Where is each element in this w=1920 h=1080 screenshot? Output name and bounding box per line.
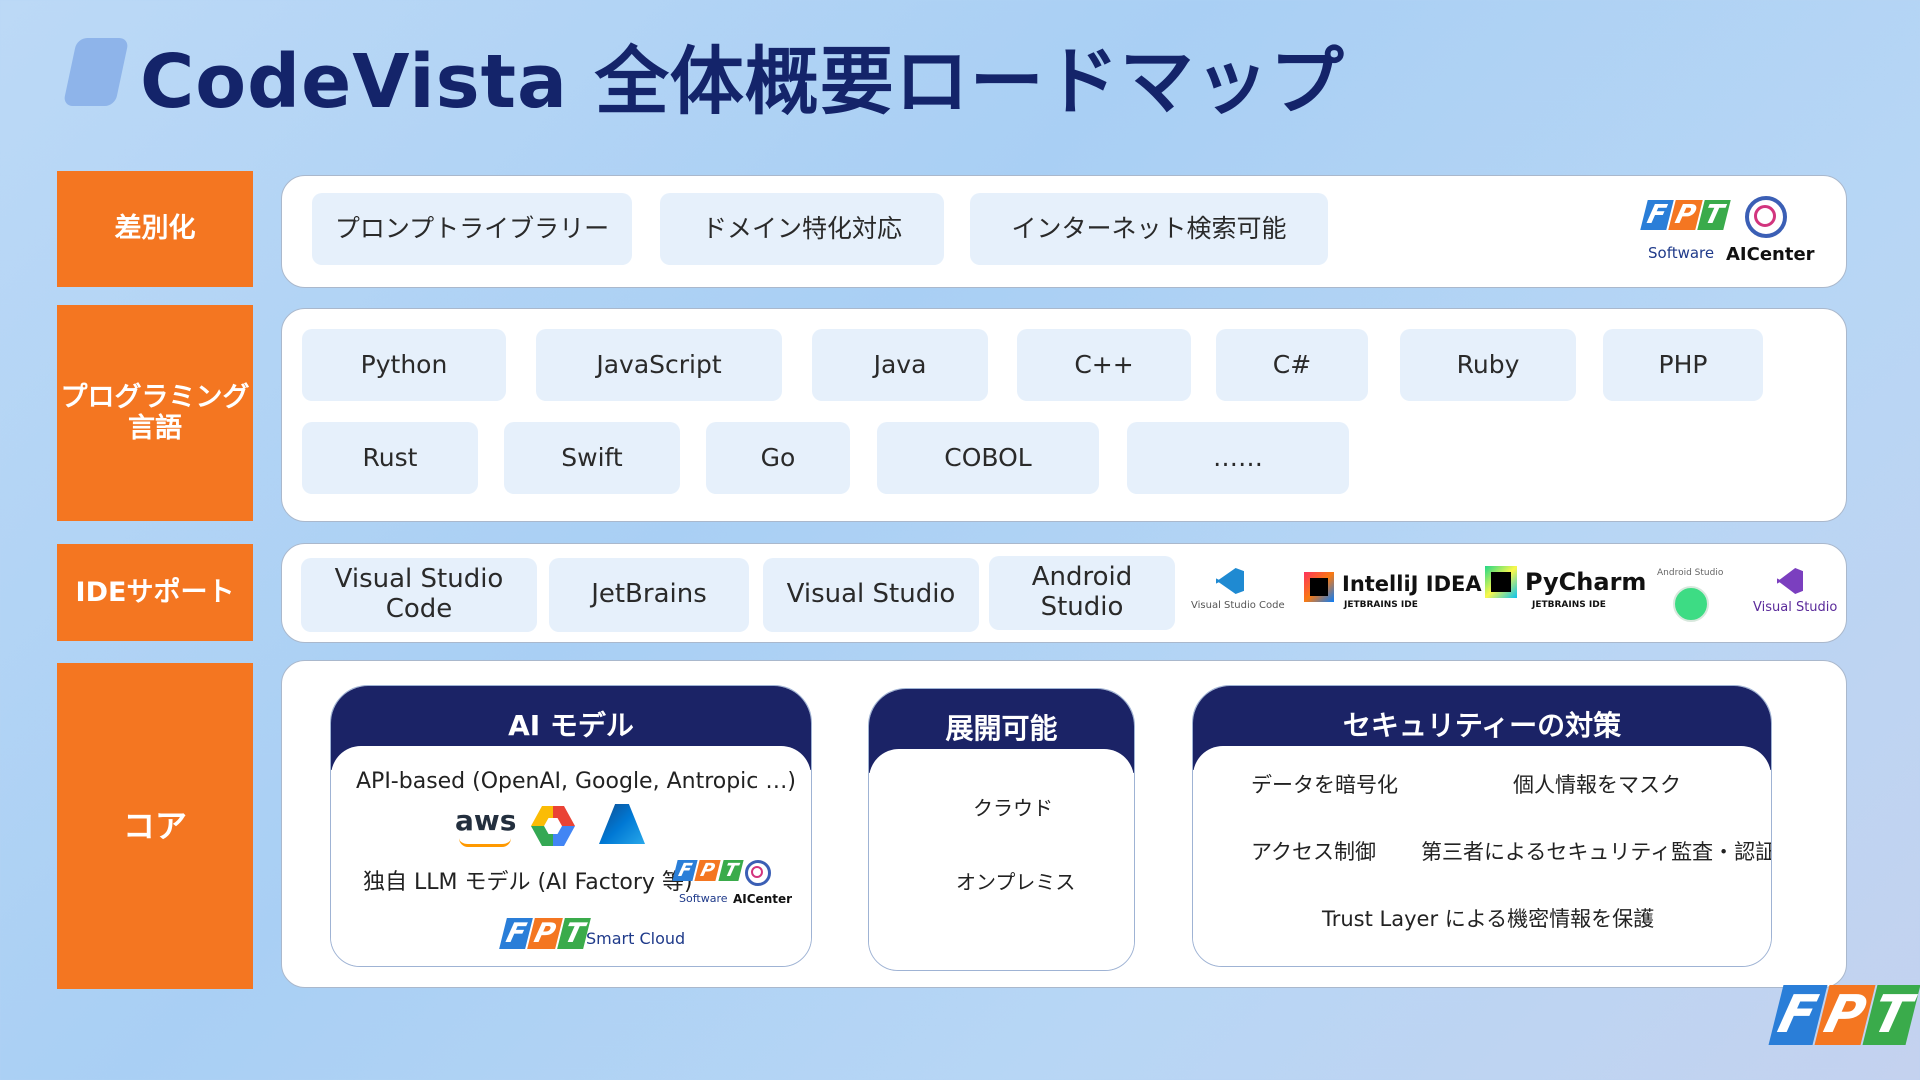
aws-smile xyxy=(459,838,511,847)
visual-studio-icon xyxy=(1777,568,1803,594)
security-audit: 第三者によるセキュリティ監査・認証 xyxy=(1421,840,1772,864)
chip-more: …… xyxy=(1127,422,1349,494)
chip-csharp: C# xyxy=(1216,329,1368,401)
label-core: コア xyxy=(57,663,253,989)
ai-api-text: API-based (OpenAI, Google, Antropic …) xyxy=(356,769,796,794)
vscode-icon xyxy=(1216,568,1244,594)
software-caption: Software xyxy=(1648,244,1715,262)
intellij-icon-inner xyxy=(1310,578,1328,596)
chip-cpp: C++ xyxy=(1017,329,1191,401)
chip-android-studio: Android Studio xyxy=(989,556,1175,630)
deploy-cloud: クラウド xyxy=(973,796,1053,820)
chip-domain-specific: ドメイン特化対応 xyxy=(660,193,944,265)
card-ai-model-body: API-based (OpenAI, Google, Antropic …) a… xyxy=(331,746,811,966)
fpt-footer-logo: FPT xyxy=(1768,985,1920,1045)
card-ai-model: AI モデル API-based (OpenAI, Google, Antrop… xyxy=(330,685,812,967)
panel-ide: Visual Studio Code JetBrains Visual Stud… xyxy=(281,543,1847,643)
fpt-smart-cloud-logo: FPT xyxy=(499,918,592,949)
chip-rust: Rust xyxy=(302,422,478,494)
title-accent xyxy=(62,38,130,106)
pycharm-icon-inner xyxy=(1491,572,1511,592)
intellij-sub: JETBRAINS IDE xyxy=(1344,600,1418,610)
card-security: セキュリティーの対策 データを暗号化 個人情報をマスク アクセス制御 第三者によ… xyxy=(1192,685,1772,967)
security-access-control: アクセス制御 xyxy=(1251,840,1376,864)
panel-languages: Python JavaScript Java C++ C# Ruby PHP R… xyxy=(281,308,1847,522)
chip-javascript: JavaScript xyxy=(536,329,782,401)
aicenter-caption: AICenter xyxy=(1726,244,1815,265)
chip-visual-studio: Visual Studio xyxy=(763,558,979,632)
vscode-caption: Visual Studio Code xyxy=(1191,600,1285,611)
label-differentiation: 差別化 xyxy=(57,171,253,287)
chip-swift: Swift xyxy=(504,422,680,494)
chip-java: Java xyxy=(812,329,988,401)
panel-differentiation: プロンプトライブラリー ドメイン特化対応 インターネット検索可能 FPT Sof… xyxy=(281,175,1847,288)
fpt-software-logo-small: FPT xyxy=(672,860,744,881)
software-caption-small: Software xyxy=(679,892,728,905)
chip-internet-search: インターネット検索可能 xyxy=(970,193,1328,265)
security-mask-pii: 個人情報をマスク xyxy=(1513,773,1681,797)
chip-cobol: COBOL xyxy=(877,422,1099,494)
page-title: CodeVista 全体概要ロードマップ xyxy=(140,39,1345,125)
intellij-name: IntelliJ IDEA xyxy=(1342,572,1482,596)
chip-prompt-library: プロンプトライブラリー xyxy=(312,193,632,265)
chip-go: Go xyxy=(706,422,850,494)
chip-python: Python xyxy=(302,329,506,401)
ai-custom-text: 独自 LLM モデル (AI Factory 等) xyxy=(363,870,693,895)
chip-vscode: Visual Studio Code xyxy=(301,558,537,632)
smart-cloud-caption: Smart Cloud xyxy=(586,929,686,948)
aicenter-icon-small xyxy=(745,860,771,886)
security-encrypt: データを暗号化 xyxy=(1251,773,1398,797)
label-ide: IDEサポート xyxy=(57,544,253,641)
chip-ruby: Ruby xyxy=(1400,329,1576,401)
deploy-onprem: オンプレミス xyxy=(956,870,1076,894)
visual-studio-caption: Visual Studio xyxy=(1753,600,1838,615)
fpt-software-logo: FPT xyxy=(1640,200,1731,230)
pycharm-sub: JETBRAINS IDE xyxy=(1532,600,1606,610)
label-languages: プログラミング言語 xyxy=(57,305,253,521)
pycharm-name: PyCharm xyxy=(1525,568,1647,596)
chip-php: PHP xyxy=(1603,329,1763,401)
android-caption: Android Studio xyxy=(1657,568,1724,578)
chip-jetbrains: JetBrains xyxy=(549,558,749,632)
card-deploy-body: クラウド オンプレミス xyxy=(869,749,1134,970)
aws-logo: aws xyxy=(455,804,517,837)
card-security-body: データを暗号化 個人情報をマスク アクセス制御 第三者によるセキュリティ監査・認… xyxy=(1193,746,1771,966)
security-trust-layer: Trust Layer による機密情報を保護 xyxy=(1322,907,1655,931)
android-studio-icon xyxy=(1673,586,1709,622)
card-deploy: 展開可能 クラウド オンプレミス xyxy=(868,688,1135,971)
aicenter-icon xyxy=(1745,196,1787,238)
aicenter-caption-small: AICenter xyxy=(733,892,793,906)
azure-icon xyxy=(599,804,645,844)
